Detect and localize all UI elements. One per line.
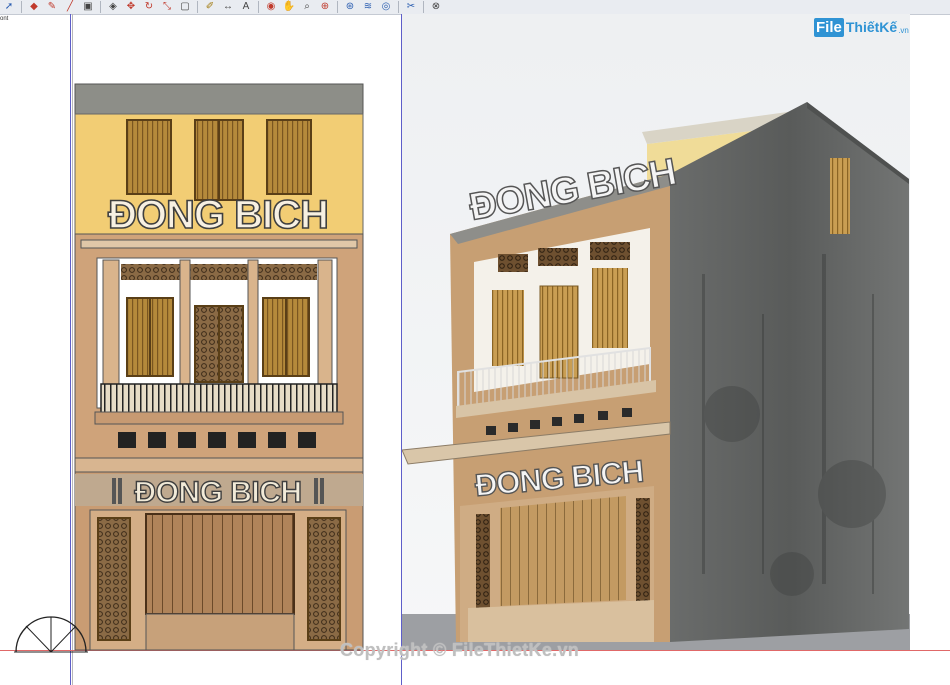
compass-icon[interactable]: ⊗ <box>427 0 445 14</box>
scale-icon[interactable]: ⤡ <box>158 0 176 14</box>
logo-name: ThiếtKế <box>845 19 898 35</box>
facade-elevation[interactable]: ĐONG BICH ĐONG BICH <box>72 82 372 652</box>
dimension-icon[interactable]: ↔ <box>219 0 237 14</box>
pan-icon[interactable]: ✋ <box>280 0 298 14</box>
toolbar-separator <box>398 1 399 13</box>
vent-lattice-left <box>121 264 181 280</box>
toolbar-separator <box>423 1 424 13</box>
look-around-icon[interactable]: ◎ <box>377 0 395 14</box>
zoom-icon[interactable]: ⌕ <box>298 0 316 14</box>
section-icon[interactable]: ✂ <box>402 0 420 14</box>
orbit-icon[interactable]: ◉ <box>262 0 280 14</box>
ground-lattice-left <box>97 517 131 641</box>
render-shop-lattice-left <box>476 514 490 614</box>
render-window-right <box>592 268 628 348</box>
toolbar: ➚ ◆ ✎ ╱ ▣ ◈ ✥ ↻ ⤡ ▢ ✐ ↔ A ◉ ✋ ⌕ ⊕ ⊛ ≋ ◎ … <box>0 0 950 15</box>
move-icon[interactable]: ✥ <box>122 0 140 14</box>
side-label: ont <box>0 16 9 22</box>
eraser-icon[interactable]: ◆ <box>25 0 43 14</box>
toolbar-separator <box>197 1 198 13</box>
render-view[interactable]: ĐONG BICH ĐONG BICH <box>402 14 910 650</box>
axis-green-blue-vertical <box>70 14 71 685</box>
toolbar-separator <box>337 1 338 13</box>
toolbar-separator <box>100 1 101 13</box>
offset-icon[interactable]: ▢ <box>176 0 194 14</box>
shape-icon[interactable]: ▣ <box>79 0 97 14</box>
top-window-right <box>266 119 312 195</box>
logo-domain: .vn <box>898 25 909 35</box>
roof-parapet <box>74 83 364 115</box>
ground-lattice-right <box>307 517 341 641</box>
walk-icon[interactable]: ≋ <box>359 0 377 14</box>
elevation-sign-top: ĐONG BICH <box>108 193 328 237</box>
toolbar-separator <box>258 1 259 13</box>
copyright-watermark: Copyright © FileThietKe.vn <box>340 640 580 660</box>
line-icon[interactable]: ╱ <box>61 0 79 14</box>
select-icon[interactable]: ➚ <box>0 0 18 14</box>
vent-lattice-center <box>189 264 249 280</box>
vent-lattice-right <box>257 264 317 280</box>
push-pull-icon[interactable]: ◈ <box>104 0 122 14</box>
pencil-icon[interactable]: ✎ <box>43 0 61 14</box>
balcony-railing <box>100 383 338 415</box>
toolbar-separator <box>21 1 22 13</box>
render-shop-gate <box>500 496 626 606</box>
tape-measure-icon[interactable]: ✐ <box>201 0 219 14</box>
elevation-sign-shop: ĐONG BICH <box>134 476 301 509</box>
top-window-left <box>126 119 172 195</box>
render-window-left <box>492 290 524 366</box>
zoom-extents-icon[interactable]: ⊛ <box>341 0 359 14</box>
protractor-icon <box>14 616 88 653</box>
text-icon[interactable]: A <box>237 0 255 14</box>
rotate-icon[interactable]: ↻ <box>140 0 158 14</box>
logo-box: File <box>814 17 844 37</box>
zoom-window-icon[interactable]: ⊕ <box>316 0 334 14</box>
render-shop-lattice-right <box>636 498 650 602</box>
site-logo[interactable]: File ThiếtKế .vn <box>814 14 909 40</box>
shop-wooden-gate <box>145 513 295 615</box>
